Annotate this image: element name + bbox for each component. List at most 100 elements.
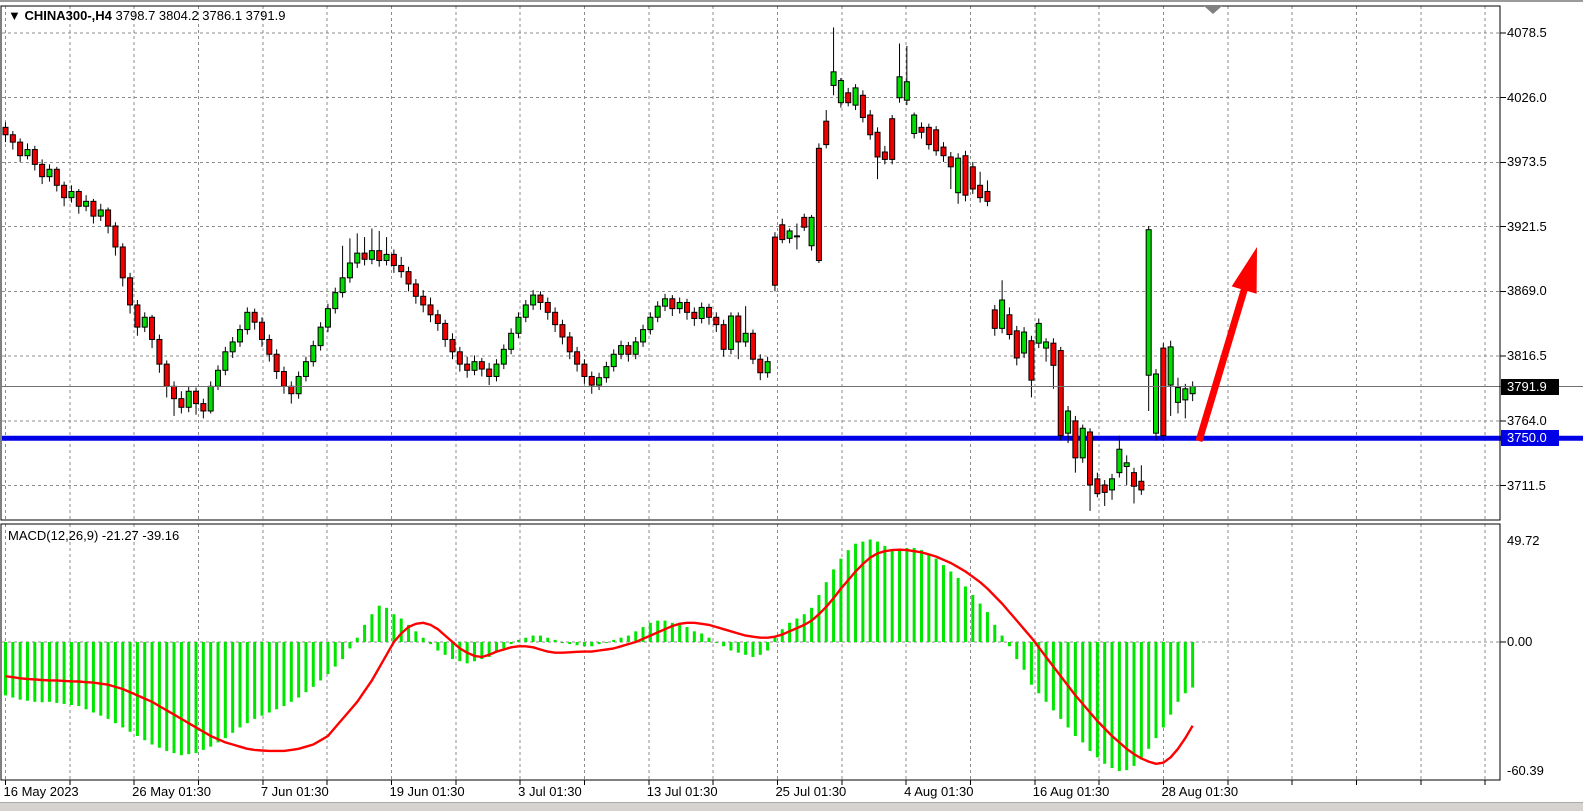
candle-bearish xyxy=(802,217,807,227)
macd-histogram-bar xyxy=(114,642,117,723)
candle-bearish xyxy=(1102,485,1107,492)
trend-arrow-head[interactable] xyxy=(1232,247,1257,294)
chart-canvas[interactable] xyxy=(0,0,1583,811)
candle-bullish xyxy=(655,306,660,317)
candle-bearish xyxy=(985,191,990,201)
candle-bearish xyxy=(824,121,829,144)
macd-histogram-bar xyxy=(473,642,476,661)
macd-histogram-bar xyxy=(451,642,454,659)
macd-histogram-bar xyxy=(70,642,73,705)
price-axis-label: 4078.5 xyxy=(1507,25,1577,41)
macd-histogram-bar xyxy=(99,642,102,716)
candle-bearish xyxy=(113,226,118,247)
macd-histogram-bar xyxy=(458,642,461,661)
macd-histogram-bar xyxy=(268,642,271,712)
candle-bearish xyxy=(267,339,272,354)
macd-histogram-bar xyxy=(1184,642,1187,693)
macd-histogram-bar xyxy=(136,642,139,736)
candle-bearish xyxy=(1161,348,1166,436)
macd-histogram-bar xyxy=(85,642,88,709)
candle-bullish xyxy=(186,391,191,407)
time-axis-label: 3 Jul 01:30 xyxy=(518,784,582,800)
macd-axis-label: 49.72 xyxy=(1507,533,1577,549)
candle-bearish xyxy=(362,253,367,259)
candle-bearish xyxy=(978,185,983,197)
candle-bearish xyxy=(575,352,580,364)
candle-bullish xyxy=(809,217,814,245)
macd-histogram-bar xyxy=(729,642,732,651)
candle-bullish xyxy=(633,342,638,354)
candle-bearish xyxy=(926,127,931,144)
candle-bearish xyxy=(406,272,411,284)
candle-bearish xyxy=(465,364,470,370)
chart-header: ▼ CHINA300-,H4 3798.7 3804.2 3786.1 3791… xyxy=(8,8,285,24)
candle-bullish xyxy=(47,169,52,176)
macd-histogram-bar xyxy=(839,559,842,642)
price-axis-label: 3816.5 xyxy=(1507,348,1577,364)
time-axis-label: 16 Aug 01:30 xyxy=(1033,784,1110,800)
macd-histogram-bar xyxy=(510,642,513,644)
scroll-marker-icon[interactable] xyxy=(1204,6,1222,14)
trend-arrow-shaft[interactable] xyxy=(1199,284,1246,441)
macd-histogram-bar xyxy=(444,642,447,655)
candle-bearish xyxy=(18,142,23,156)
macd-histogram-bar xyxy=(297,642,300,698)
candle-bearish xyxy=(413,284,418,296)
macd-histogram-bar xyxy=(715,642,718,643)
candle-bearish xyxy=(692,312,697,318)
macd-histogram-bar xyxy=(949,572,952,642)
macd-histogram-bar xyxy=(187,642,190,754)
macd-histogram-bar xyxy=(33,642,36,702)
price-axis-label: 3921.5 xyxy=(1507,219,1577,235)
macd-histogram-bar xyxy=(612,640,615,642)
candle-bearish xyxy=(941,147,946,156)
macd-histogram-bar xyxy=(1140,642,1143,759)
candle-bullish xyxy=(1175,388,1180,403)
candle-bullish xyxy=(531,295,536,305)
macd-histogram-bar xyxy=(55,642,58,703)
candle-bullish xyxy=(1110,479,1115,490)
candle-bullish xyxy=(84,201,89,206)
candle-bearish xyxy=(164,364,169,386)
macd-histogram-bar xyxy=(400,619,403,642)
macd-histogram-bar xyxy=(532,636,535,642)
candle-bearish xyxy=(963,156,968,195)
candle-bullish xyxy=(318,327,323,345)
macd-histogram-bar xyxy=(795,619,798,642)
macd-histogram-bar xyxy=(883,546,886,642)
bid-price-badge: 3791.9 xyxy=(1501,379,1559,395)
macd-histogram-bar xyxy=(260,642,263,716)
macd-histogram-bar xyxy=(693,631,696,642)
candle-bullish xyxy=(597,378,602,385)
macd-histogram-bar xyxy=(1074,642,1077,736)
candle-bearish xyxy=(1058,351,1063,436)
candle-bearish xyxy=(172,386,177,398)
time-axis-label: 25 Jul 01:30 xyxy=(775,784,846,800)
macd-axis-label: 0.00 xyxy=(1507,634,1577,650)
candle-bullish xyxy=(604,367,609,378)
candle-bearish xyxy=(706,307,711,317)
macd-histogram-bar xyxy=(231,642,234,733)
candle-bearish xyxy=(750,333,755,359)
macd-histogram-bar xyxy=(1147,642,1150,749)
candle-bearish xyxy=(128,278,133,305)
candle-bearish xyxy=(1007,315,1012,335)
macd-histogram-bar xyxy=(326,642,329,674)
macd-histogram-bar xyxy=(773,638,776,642)
candle-bullish xyxy=(98,210,103,216)
macd-histogram-bar xyxy=(751,642,754,657)
macd-histogram-bar xyxy=(1081,642,1084,742)
candle-bullish xyxy=(296,376,301,393)
macd-histogram-bar xyxy=(1023,642,1026,670)
candle-bearish xyxy=(882,152,887,159)
macd-histogram-bar xyxy=(92,642,95,712)
candle-bullish xyxy=(494,364,499,376)
macd-histogram-bar xyxy=(920,550,923,642)
macd-histogram-bar xyxy=(348,642,351,648)
macd-histogram-bar xyxy=(275,642,278,709)
candle-bearish xyxy=(289,386,294,393)
macd-histogram-bar xyxy=(1176,642,1179,702)
main-panel-border xyxy=(1,6,1500,520)
macd-histogram-bar xyxy=(41,642,44,702)
macd-indicator-label: MACD(12,26,9) -21.27 -39.16 xyxy=(8,528,179,544)
